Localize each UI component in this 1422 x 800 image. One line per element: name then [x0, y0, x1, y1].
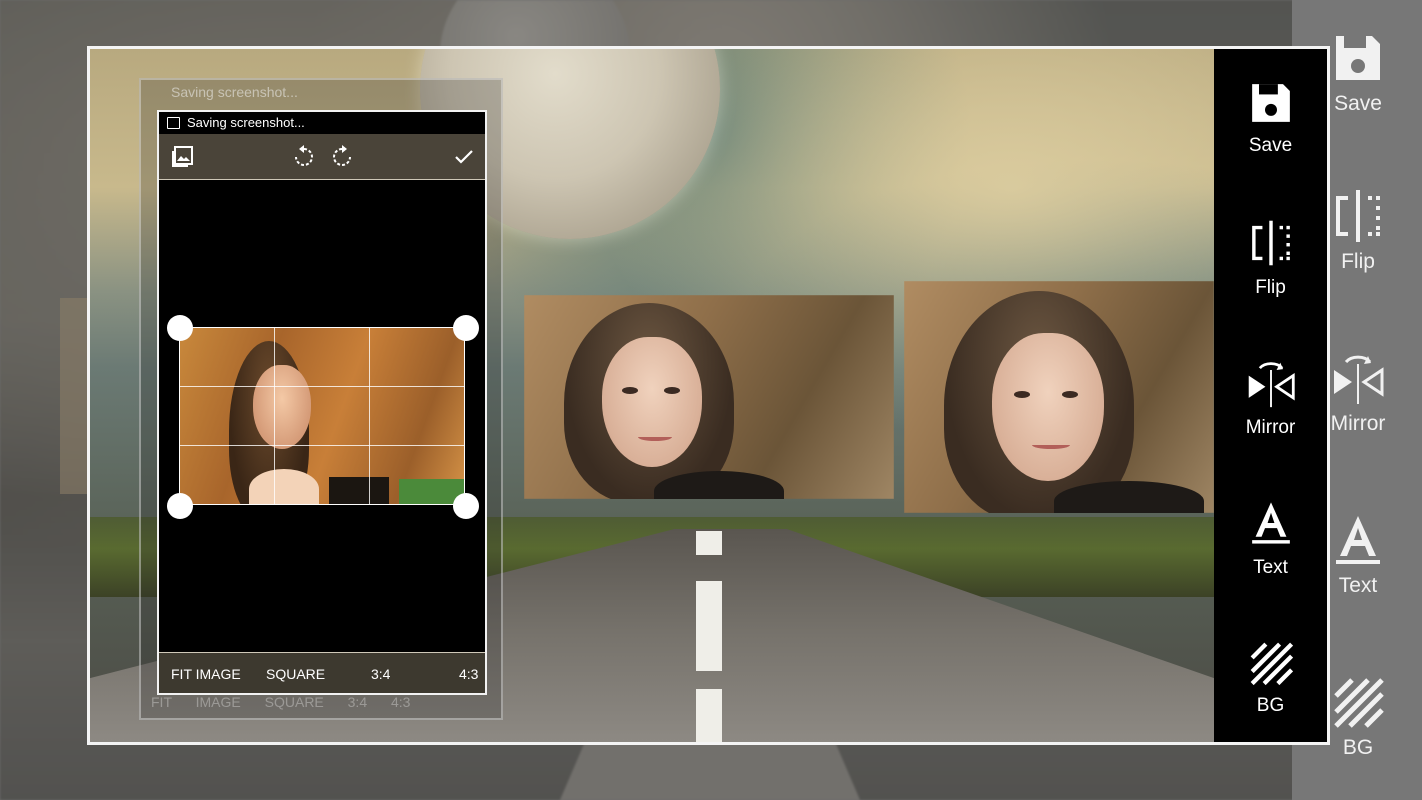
flip-label: Flip: [1255, 277, 1286, 298]
lane-marking: [696, 581, 722, 671]
dialog-title: Saving screenshot...: [187, 115, 305, 130]
ratio-3-4[interactable]: 3:4: [371, 666, 390, 682]
mirror-icon: [1334, 355, 1384, 404]
ratio-square[interactable]: SQUARE: [266, 666, 325, 682]
floppy-disk-icon: [1251, 84, 1290, 122]
lane-marking: [696, 531, 722, 555]
background-pattern-icon: [1334, 678, 1384, 728]
image-icon: [167, 117, 180, 129]
text-button[interactable]: Text: [1214, 497, 1327, 579]
ratio-4-3[interactable]: 4:3: [459, 666, 478, 682]
crop-action-bar: [159, 134, 485, 180]
gallery-icon[interactable]: [169, 144, 195, 170]
text-label: Text: [1253, 557, 1288, 578]
flip-icon: [1336, 190, 1380, 242]
crop-handle-top-left[interactable]: [167, 315, 193, 341]
crop-frame[interactable]: [179, 327, 465, 505]
text-icon: [1251, 502, 1290, 544]
ghost-dialog-title: Saving screenshot...: [171, 84, 298, 100]
floppy-disk-icon: [1336, 36, 1380, 80]
photo-tile-right[interactable]: [904, 281, 1214, 513]
photo-tile-left[interactable]: [524, 295, 894, 499]
ghost-flip-label: Flip: [1341, 250, 1375, 273]
mirror-label: Mirror: [1245, 417, 1296, 438]
crop-handle-bottom-right[interactable]: [453, 493, 479, 519]
bg-label: BG: [1256, 695, 1285, 716]
editor-toolbar: Save Flip Mirror Text BG: [1214, 49, 1327, 742]
rotate-right-icon[interactable]: [329, 144, 355, 170]
lane-marking: [696, 689, 722, 742]
mirror-button[interactable]: Mirror: [1214, 357, 1327, 439]
ghost-bg-label: BG: [1342, 736, 1374, 759]
ghost-photo-strip: [60, 298, 90, 494]
crop-handle-bottom-left[interactable]: [167, 493, 193, 519]
rotate-left-icon[interactable]: [291, 144, 317, 170]
save-button[interactable]: Save: [1214, 79, 1327, 157]
flip-button[interactable]: Flip: [1214, 217, 1327, 299]
ghost-mirror-label: Mirror: [1330, 412, 1386, 435]
ratio-fit-image[interactable]: FIT IMAGE: [171, 666, 241, 682]
mirror-icon: [1248, 362, 1295, 408]
background-pattern-icon: [1250, 642, 1293, 686]
ghost-save-label: Save: [1334, 92, 1382, 115]
aspect-ratio-bar: FIT IMAGE SQUARE 3:4 4:3: [159, 652, 485, 693]
crop-stage: [159, 180, 485, 652]
crop-handle-top-right[interactable]: [453, 315, 479, 341]
text-icon: [1336, 516, 1380, 564]
ghost-text-label: Text: [1338, 574, 1378, 597]
dialog-title-bar: Saving screenshot...: [159, 112, 485, 134]
flip-icon: [1251, 220, 1290, 266]
bg-button[interactable]: BG: [1214, 639, 1327, 717]
ghost-dialog-ratios: FIT IMAGE SQUARE 3:4 4:3: [151, 694, 411, 710]
save-label: Save: [1248, 135, 1293, 156]
check-icon[interactable]: [451, 144, 477, 170]
crop-dialog: Saving screenshot... FIT IMAGE SQUARE 3:…: [157, 110, 487, 695]
